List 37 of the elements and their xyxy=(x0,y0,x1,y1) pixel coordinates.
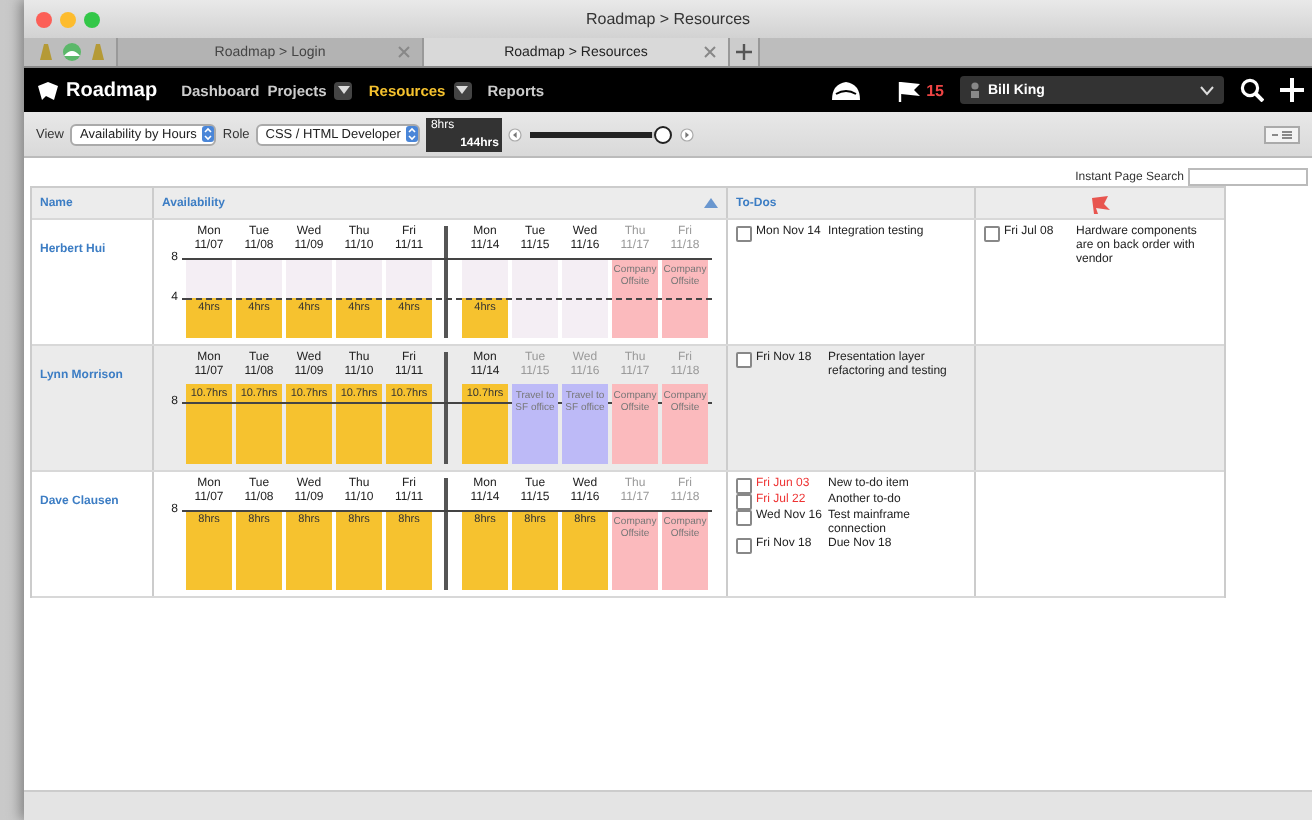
checkbox[interactable] xyxy=(736,494,752,510)
flag-icon xyxy=(1090,193,1110,213)
search-field[interactable] xyxy=(1188,168,1308,186)
person-icon xyxy=(970,82,980,98)
caret-icon xyxy=(456,86,469,94)
cloud-icon[interactable] xyxy=(830,79,863,101)
search-icon[interactable] xyxy=(1240,78,1264,102)
bar-track xyxy=(512,258,558,338)
logo-text: Roadmap xyxy=(66,79,158,101)
caret-icon xyxy=(337,86,350,94)
caret-icon xyxy=(1200,85,1214,95)
checkbox[interactable] xyxy=(984,226,1000,242)
dropdown-button[interactable] xyxy=(334,81,353,99)
checkbox[interactable] xyxy=(736,478,752,494)
plus-icon[interactable] xyxy=(1280,78,1304,102)
list-icon xyxy=(1272,129,1292,139)
stepper-icon xyxy=(406,126,419,142)
plus-icon xyxy=(736,44,752,60)
new-tab-button[interactable] xyxy=(728,38,760,66)
checkbox[interactable] xyxy=(736,352,752,368)
logo-icon xyxy=(36,79,60,101)
flag-icon[interactable] xyxy=(898,79,923,101)
bar-track xyxy=(562,258,608,338)
collapse-icon[interactable] xyxy=(704,198,718,208)
checkbox[interactable] xyxy=(736,226,752,242)
left-arrow-icon[interactable] xyxy=(508,127,523,141)
slider-thumb[interactable] xyxy=(654,125,673,143)
checkbox[interactable] xyxy=(736,537,752,554)
stepper-icon xyxy=(202,126,215,142)
checkbox[interactable] xyxy=(736,510,752,526)
slider-fill[interactable] xyxy=(530,131,652,137)
dropdown-button[interactable] xyxy=(453,81,472,99)
window-title: Roadmap > Resources xyxy=(583,10,753,28)
list-button[interactable] xyxy=(1264,125,1300,143)
right-arrow-icon[interactable] xyxy=(680,127,695,141)
flag-count: 15 xyxy=(926,81,944,99)
close-icon[interactable] xyxy=(704,46,716,58)
